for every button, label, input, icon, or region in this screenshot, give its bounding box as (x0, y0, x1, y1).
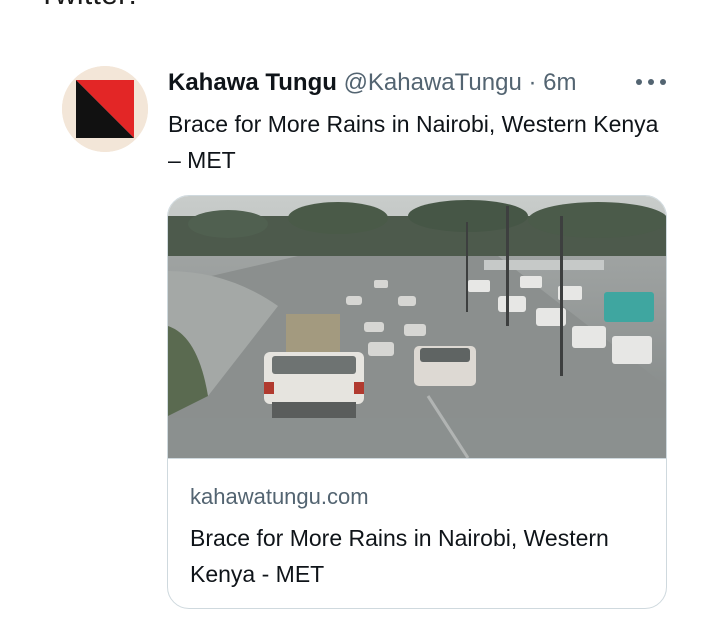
tweet-text: Brace for More Rains in Nairobi, Western… (168, 111, 659, 173)
card-divider (168, 458, 666, 459)
separator: · (528, 69, 537, 96)
author-handle[interactable]: @KahawaTungu (344, 69, 522, 96)
card-domain: kahawatungu.com (190, 484, 369, 509)
author-name[interactable]: Kahawa Tungu (168, 69, 337, 96)
heading-cut-off: Twitter: (38, 0, 137, 12)
more-options-icon[interactable] (636, 70, 666, 94)
tweet-timestamp[interactable]: 6m (543, 69, 576, 96)
rainy-highway-photo (168, 196, 666, 458)
more-dot (636, 79, 642, 85)
more-dot (648, 79, 654, 85)
card-title: Brace for More Rains in Nairobi, Western… (190, 525, 609, 587)
card-image[interactable] (168, 196, 666, 458)
avatar[interactable] (62, 66, 148, 152)
kahawa-tungu-logo-icon (62, 66, 148, 152)
tweet-header: Kahawa Tungu @KahawaTungu · 6m (168, 68, 577, 98)
link-card[interactable]: kahawatungu.com Brace for More Rains in … (167, 195, 667, 609)
more-dot (660, 79, 666, 85)
